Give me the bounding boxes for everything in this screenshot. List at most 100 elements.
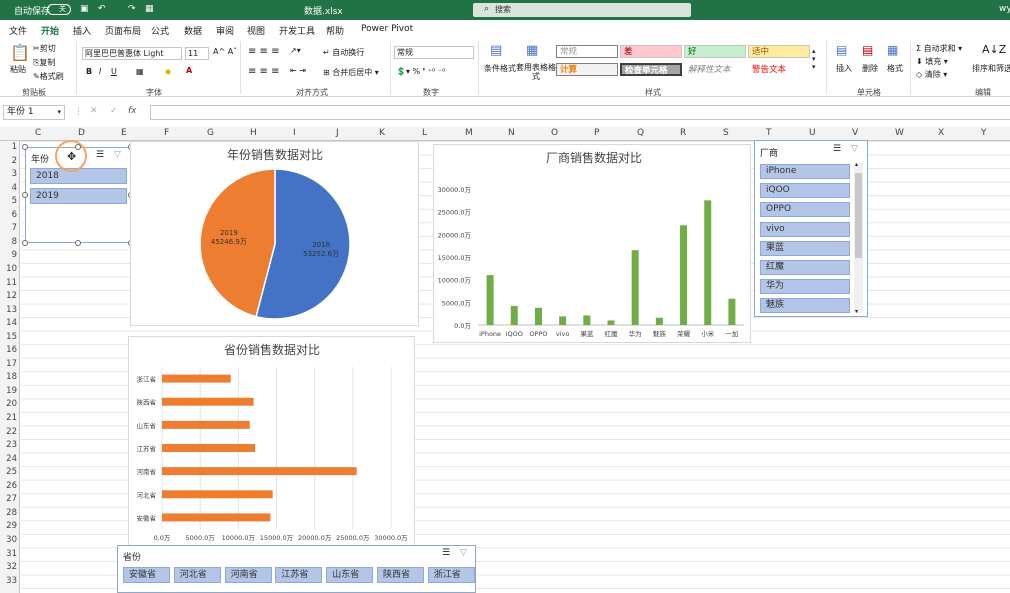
row-header[interactable]: 18 — [0, 372, 17, 382]
column-header[interactable]: U — [809, 128, 816, 138]
formula-input[interactable] — [150, 105, 1010, 120]
row-header[interactable]: 26 — [0, 481, 17, 491]
slicer-item[interactable]: 河南省 — [224, 567, 272, 583]
resize-handle[interactable] — [75, 144, 81, 150]
clear-filter-icon[interactable]: ▽ — [851, 144, 858, 154]
row-header[interactable]: 1 — [0, 142, 17, 152]
format-painter-button[interactable]: ✎格式刷 — [33, 71, 64, 82]
row-header[interactable]: 20 — [0, 399, 17, 409]
style-calculation[interactable]: 计算 — [556, 63, 618, 76]
slicer-item[interactable]: OPPO — [760, 202, 850, 218]
style-good[interactable]: 好 — [684, 45, 746, 58]
orientation-icon[interactable]: ↗▾ — [290, 46, 301, 55]
tab-power-pivot[interactable]: Power Pivot — [361, 24, 413, 34]
column-header[interactable]: G — [207, 128, 214, 138]
row-header[interactable]: 5 — [0, 196, 17, 206]
row-header[interactable]: 13 — [0, 305, 17, 315]
row-header[interactable]: 2 — [0, 156, 17, 166]
scroll-down-icon[interactable]: ▾ — [855, 308, 858, 315]
copy-button[interactable]: ⎘复制 — [33, 57, 55, 68]
tab-file[interactable]: 文件 — [9, 24, 27, 37]
multi-select-icon[interactable]: ☰ — [96, 150, 104, 160]
column-header[interactable]: L — [422, 128, 427, 138]
scrollbar-thumb[interactable] — [855, 173, 862, 258]
row-header[interactable]: 32 — [0, 562, 17, 572]
column-header[interactable]: E — [121, 128, 127, 138]
function-icon[interactable]: fx — [128, 106, 137, 116]
slicer-item[interactable]: 安徽省 — [123, 567, 170, 583]
style-explanatory[interactable]: 解释性文本 — [684, 63, 746, 76]
undo-icon[interactable]: ↶ — [98, 4, 106, 14]
row-header[interactable]: 16 — [0, 345, 17, 355]
wrap-text-button[interactable]: ↵ 自动换行 — [323, 47, 364, 58]
row-header[interactable]: 17 — [0, 359, 17, 369]
row-header[interactable]: 24 — [0, 454, 17, 464]
currency-icon[interactable]: 💲▾ % ❜ ⁺⁰ ⁻⁰ — [396, 67, 445, 76]
row-header[interactable]: 19 — [0, 386, 17, 396]
redo-icon[interactable]: ↷ — [128, 4, 136, 14]
align-left-icon[interactable]: ≡ ≡ ≡ — [248, 66, 280, 77]
fill-color-icon[interactable]: ◆ — [165, 67, 171, 76]
column-header[interactable]: N — [508, 128, 515, 138]
format-cells-button[interactable]: 格式 — [887, 63, 903, 74]
row-header[interactable]: 22 — [0, 427, 17, 437]
column-header[interactable]: F — [164, 128, 169, 138]
tab-view[interactable]: 视图 — [247, 24, 265, 37]
column-header[interactable]: C — [35, 128, 41, 138]
slicer-item[interactable]: vivo — [760, 221, 850, 237]
column-header[interactable]: Q — [637, 128, 644, 138]
styles-scroll-icon[interactable]: ▴ ▾ ▾ — [812, 47, 816, 71]
row-header[interactable]: 6 — [0, 210, 17, 220]
paste-button[interactable]: 粘贴 — [10, 64, 26, 75]
row-header[interactable]: 21 — [0, 413, 17, 423]
name-box[interactable]: 年份 1 ▾ — [3, 105, 65, 120]
scroll-up-icon[interactable]: ▴ — [855, 161, 858, 168]
underline-button[interactable]: U — [111, 67, 117, 76]
format-cells-icon[interactable]: ▦ — [887, 43, 898, 57]
slicer-item[interactable]: 魅族 — [760, 298, 850, 314]
style-bad[interactable]: 差 — [620, 45, 682, 58]
font-color-icon[interactable]: A — [186, 66, 192, 75]
scrollbar[interactable]: ▴ ▾ — [854, 161, 863, 315]
slicer-item[interactable]: 果蓝 — [760, 240, 850, 256]
tab-page-layout[interactable]: 页面布局 — [105, 24, 141, 37]
confirm-icon[interactable]: ✓ — [110, 106, 118, 116]
number-format-select[interactable]: 常规 — [394, 46, 474, 59]
insert-cells-button[interactable]: 插入 — [836, 63, 852, 74]
column-header[interactable]: K — [379, 128, 385, 138]
slicer-item[interactable]: 红魔 — [760, 260, 850, 275]
style-neutral[interactable]: 适中 — [748, 45, 810, 58]
delete-cells-button[interactable]: 删除 — [862, 63, 878, 74]
column-header[interactable]: J — [336, 128, 339, 138]
fill-button[interactable]: ⬇ 填充 ▾ — [916, 56, 948, 67]
column-header[interactable]: D — [78, 128, 85, 138]
row-header[interactable]: 23 — [0, 440, 17, 450]
autosum-button[interactable]: Σ 自动求和 ▾ — [916, 43, 962, 54]
row-header[interactable]: 11 — [0, 278, 17, 288]
slicer-item[interactable]: 浙江省 — [427, 567, 475, 583]
resize-handle[interactable] — [22, 144, 28, 150]
row-header[interactable]: 3 — [0, 169, 17, 179]
slicer-item[interactable]: iPhone — [760, 164, 850, 179]
column-header[interactable]: V — [852, 128, 858, 138]
tab-formulas[interactable]: 公式 — [151, 24, 169, 37]
row-header[interactable]: 4 — [0, 183, 17, 193]
row-header[interactable]: 30 — [0, 535, 17, 545]
vendor-slicer[interactable]: 厂商 ☰ ▽ iPhone iQOO OPPO vivo 果蓝 红魔 华为 魅族 ▴ ▾ — [754, 140, 868, 317]
conditional-format-icon[interactable]: ▤ — [490, 43, 502, 58]
year-pie-chart[interactable]: 年份销售数据对比 2018 53252.6万 2019 45246.9万 — [130, 141, 419, 326]
cut-button[interactable]: ✂剪切 — [33, 43, 56, 54]
slicer-item[interactable]: 华为 — [760, 279, 850, 295]
province-bar-chart[interactable]: 省份销售数据对比 0.0万 5000.0万 10000.0万 15000.0万 2000… — [128, 336, 415, 546]
column-header[interactable]: S — [723, 128, 729, 138]
multi-select-icon[interactable]: ☰ — [442, 548, 450, 558]
row-header[interactable]: 28 — [0, 508, 17, 518]
column-header[interactable]: P — [594, 128, 599, 138]
style-check-cell[interactable]: 检查单元格 — [620, 63, 682, 76]
column-header[interactable]: O — [551, 128, 558, 138]
row-header[interactable]: 29 — [0, 521, 17, 531]
multi-select-icon[interactable]: ☰ — [833, 144, 841, 154]
save-icon[interactable]: ▣ — [80, 4, 89, 14]
slicer-item[interactable]: 江苏省 — [275, 567, 323, 583]
merge-center-button[interactable]: ⊞ 合并后居中 ▾ — [323, 67, 379, 78]
